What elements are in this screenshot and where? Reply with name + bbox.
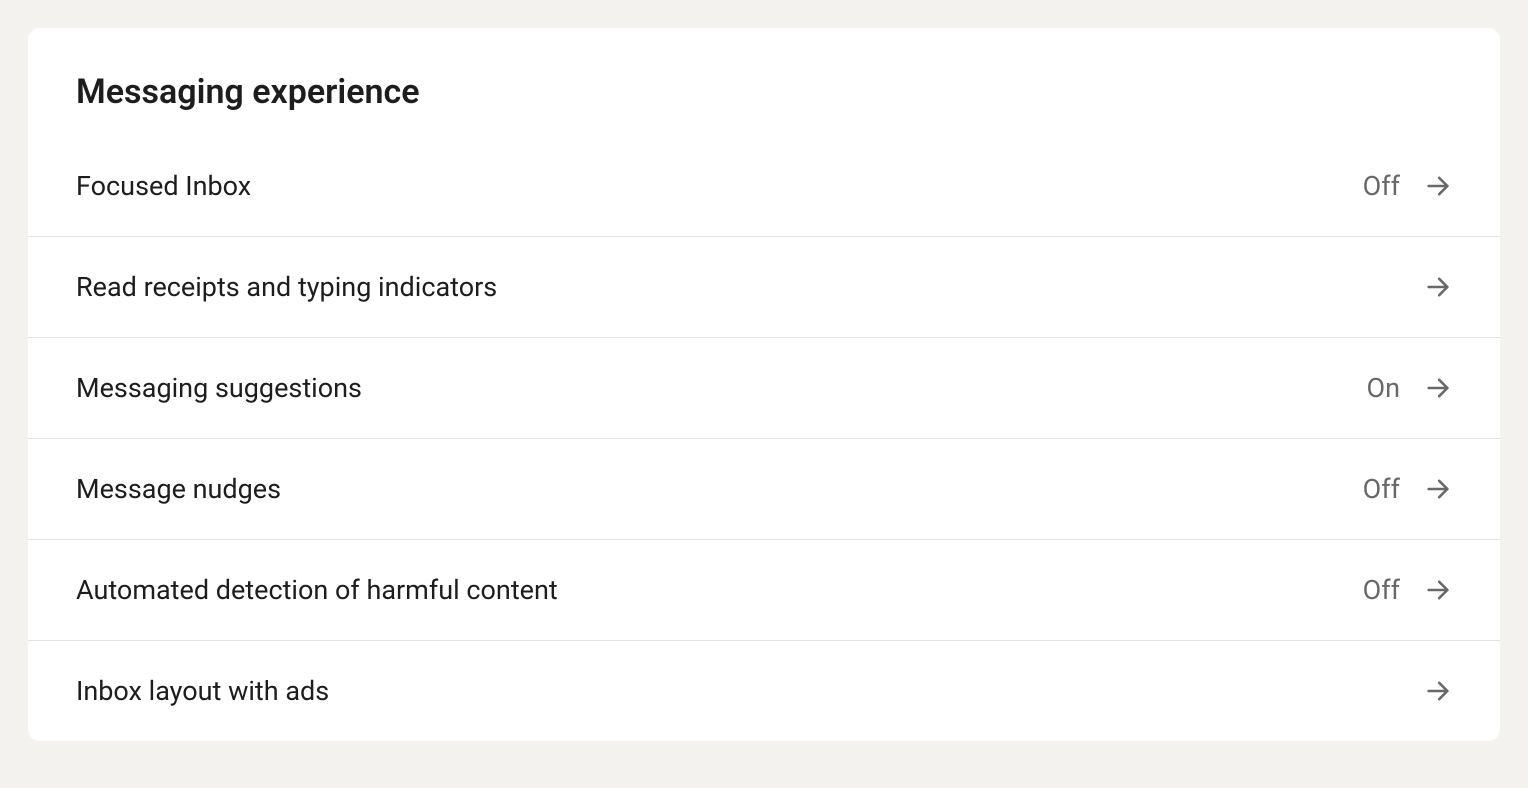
setting-focused-inbox[interactable]: Focused Inbox Off bbox=[28, 136, 1500, 236]
section-title: Messaging experience bbox=[28, 28, 1500, 136]
setting-label: Automated detection of harmful content bbox=[76, 574, 558, 606]
setting-harmful-content-detection[interactable]: Automated detection of harmful content O… bbox=[28, 539, 1500, 640]
setting-message-nudges[interactable]: Message nudges Off bbox=[28, 438, 1500, 539]
setting-status: Off bbox=[1363, 473, 1400, 505]
setting-right bbox=[1400, 677, 1452, 705]
arrow-right-icon bbox=[1424, 273, 1452, 301]
setting-right: Off bbox=[1363, 473, 1452, 505]
setting-inbox-layout-ads[interactable]: Inbox layout with ads bbox=[28, 640, 1500, 741]
setting-right: Off bbox=[1363, 170, 1452, 202]
setting-label: Messaging suggestions bbox=[76, 372, 362, 404]
setting-status: Off bbox=[1363, 574, 1400, 606]
setting-label: Focused Inbox bbox=[76, 170, 251, 202]
setting-right: Off bbox=[1363, 574, 1452, 606]
settings-card: Messaging experience Focused Inbox Off R… bbox=[28, 28, 1500, 741]
arrow-right-icon bbox=[1424, 576, 1452, 604]
setting-right bbox=[1400, 273, 1452, 301]
setting-messaging-suggestions[interactable]: Messaging suggestions On bbox=[28, 337, 1500, 438]
arrow-right-icon bbox=[1424, 172, 1452, 200]
arrow-right-icon bbox=[1424, 475, 1452, 503]
setting-label: Inbox layout with ads bbox=[76, 675, 329, 707]
arrow-right-icon bbox=[1424, 374, 1452, 402]
setting-status: Off bbox=[1363, 170, 1400, 202]
setting-label: Message nudges bbox=[76, 473, 281, 505]
arrow-right-icon bbox=[1424, 677, 1452, 705]
settings-list: Focused Inbox Off Read receipts and typi… bbox=[28, 136, 1500, 741]
setting-status: On bbox=[1367, 372, 1401, 404]
setting-read-receipts[interactable]: Read receipts and typing indicators bbox=[28, 236, 1500, 337]
setting-right: On bbox=[1367, 372, 1453, 404]
setting-label: Read receipts and typing indicators bbox=[76, 271, 497, 303]
